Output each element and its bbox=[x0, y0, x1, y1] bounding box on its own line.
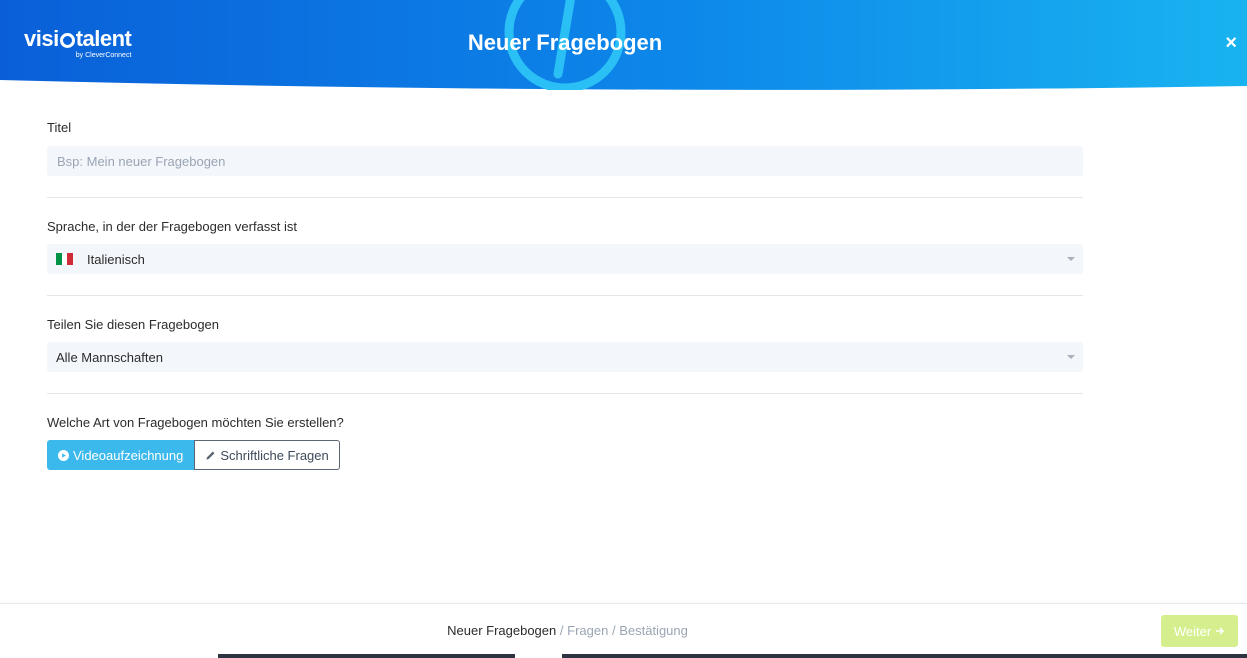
bottom-progress-strip bbox=[218, 654, 1247, 658]
play-circle-icon bbox=[58, 449, 69, 461]
share-label: Teilen Sie diesen Fragebogen bbox=[47, 317, 220, 332]
language-label: Sprache, in der der Fragebogen verfasst … bbox=[47, 219, 298, 234]
caret-down-icon bbox=[1067, 355, 1075, 359]
written-questions-label: Schriftliche Fragen bbox=[220, 447, 329, 463]
caret-down-icon bbox=[1067, 257, 1075, 261]
title-input[interactable] bbox=[47, 146, 1083, 176]
breadcrumb-separator: / bbox=[559, 623, 564, 638]
divider bbox=[47, 197, 1083, 198]
share-select[interactable]: Alle Mannschaften bbox=[47, 342, 1083, 372]
video-recording-label: Videoaufzeichnung bbox=[73, 447, 184, 463]
breadcrumb-separator: / bbox=[611, 623, 616, 638]
arrow-right-icon bbox=[1215, 626, 1225, 636]
type-label: Welche Art von Fragebogen möchten Sie er… bbox=[47, 415, 344, 430]
video-recording-button[interactable]: Videoaufzeichnung bbox=[47, 440, 195, 470]
written-questions-button[interactable]: Schriftliche Fragen bbox=[194, 440, 340, 470]
share-value: Alle Mannschaften bbox=[56, 349, 163, 365]
page-title: Neuer Fragebogen bbox=[467, 30, 663, 55]
close-icon[interactable]: × bbox=[1225, 32, 1237, 54]
divider bbox=[47, 393, 1083, 394]
language-select[interactable]: Italienisch bbox=[47, 244, 1083, 274]
breadcrumb-current: Neuer Fragebogen bbox=[447, 623, 557, 638]
breadcrumb-step-confirmation: Bestätigung bbox=[619, 623, 688, 638]
breadcrumb: Neuer Fragebogen / Fragen / Bestätigung bbox=[0, 623, 1135, 638]
italy-flag-icon bbox=[56, 253, 74, 265]
wizard-footer: Neuer Fragebogen / Fragen / Bestätigung … bbox=[0, 603, 1247, 658]
questionnaire-form: Titel Sprache, in der der Fragebogen ver… bbox=[47, 118, 1083, 470]
questionnaire-type-toggle: Videoaufzeichnung Schriftliche Fragen bbox=[47, 440, 1083, 470]
divider bbox=[47, 295, 1083, 296]
title-label: Titel bbox=[47, 120, 72, 135]
breadcrumb-step-questions: Fragen bbox=[567, 623, 609, 638]
next-button[interactable]: Weiter bbox=[1161, 615, 1238, 647]
language-value: Italienisch bbox=[87, 251, 145, 267]
modal-header: visi talent by CleverConnect Neuer Frageb… bbox=[0, 0, 1247, 90]
pencil-icon bbox=[205, 450, 216, 461]
next-button-label: Weiter bbox=[1173, 623, 1212, 639]
